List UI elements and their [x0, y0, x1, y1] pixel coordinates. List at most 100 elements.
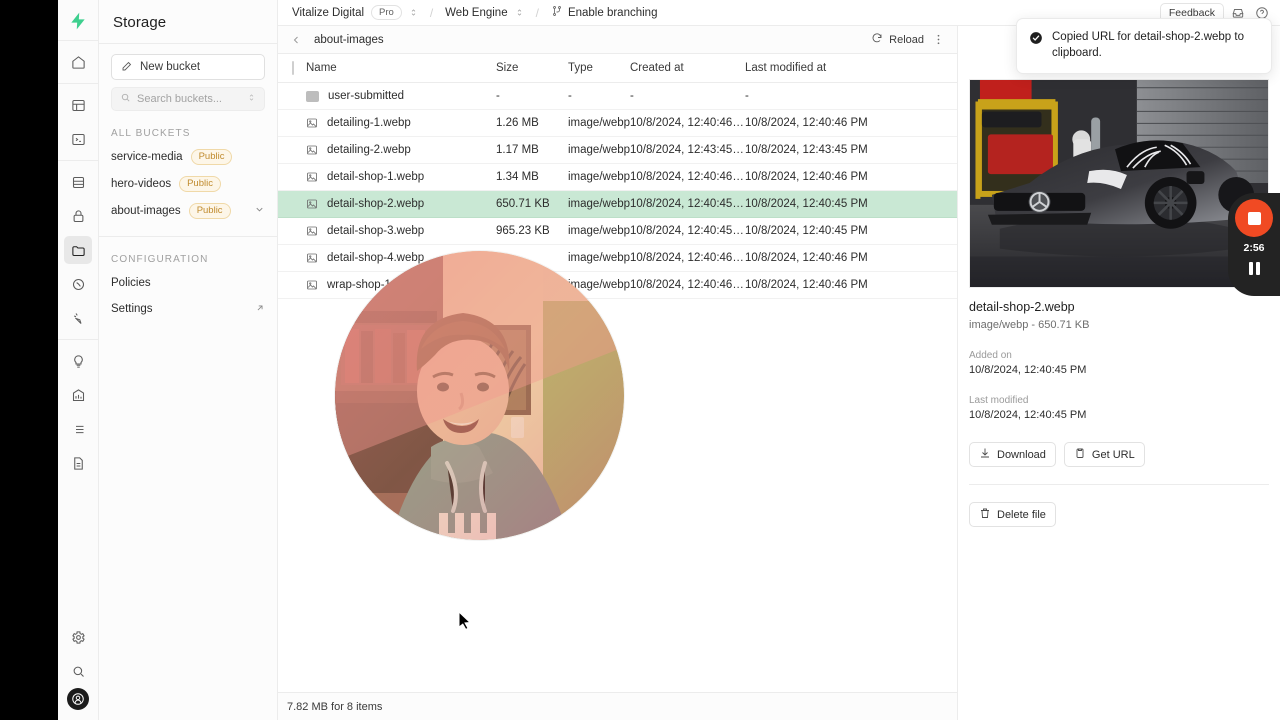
table-row[interactable]: detailing-2.webp 1.17 MB image/webp 10/8… [278, 136, 957, 164]
table-row[interactable]: detail-shop-4.webp image/webp 10/8/2024,… [278, 244, 957, 272]
org-selector-icon[interactable] [409, 8, 418, 17]
row-type: image/webp [568, 136, 630, 164]
sidebar-item-auth[interactable] [64, 202, 92, 230]
sidebar-item-table-editor[interactable] [64, 91, 92, 119]
sidebar-item-settings[interactable]: Settings [111, 298, 265, 320]
recording-timer: 2:56 [1243, 242, 1265, 254]
column-header-created-at[interactable]: Created at [630, 54, 745, 83]
external-link-icon [255, 303, 265, 316]
row-checkbox-cell [278, 163, 306, 191]
webcam-overlay[interactable] [335, 251, 624, 540]
row-name-cell: detailing-1.webp [306, 109, 496, 137]
sidebar-item-realtime[interactable] [64, 304, 92, 332]
sidebar-item-service-media[interactable]: service-media Public [111, 146, 265, 168]
sidebar-item-database[interactable] [64, 168, 92, 196]
sidebar-item-api-docs[interactable] [64, 449, 92, 477]
row-size: 1.34 MB [496, 163, 568, 191]
project-selector-icon[interactable] [515, 8, 524, 17]
enable-branching-label: Enable branching [567, 6, 658, 19]
table-row[interactable]: detail-shop-3.webp 965.23 KB image/webp … [278, 217, 957, 245]
rail-divider [58, 160, 98, 161]
trash-icon [979, 507, 991, 522]
chevron-updown-icon [247, 93, 256, 105]
stop-recording-button[interactable] [1235, 199, 1273, 237]
chevron-down-icon[interactable] [254, 204, 265, 218]
configuration-label: CONFIGURATION [111, 254, 209, 265]
clipboard-icon [1074, 447, 1086, 462]
sidebar-item-policies[interactable]: Policies [111, 272, 265, 294]
table-row[interactable]: detail-shop-1.webp 1.34 MB image/webp 10… [278, 163, 957, 191]
row-last-modified: - [745, 82, 957, 110]
column-header-name[interactable]: Name [306, 54, 496, 83]
table-row[interactable]: detail-shop-2.webp 650.71 KB image/webp … [278, 190, 957, 218]
breadcrumb-org[interactable]: Vitalize Digital [292, 7, 364, 19]
breadcrumb-separator: / [535, 5, 539, 20]
enable-branching-button[interactable]: Enable branching [551, 5, 658, 20]
row-created-at: 10/8/2024, 12:43:45 PM [630, 136, 745, 164]
file-table: Name Size Type Created at Last modified … [278, 54, 957, 299]
column-header-type[interactable]: Type [568, 54, 630, 83]
sidebar-item-storage[interactable] [64, 236, 92, 264]
detail-file-meta: image/webp - 650.71 KB [969, 319, 1090, 331]
row-checkbox-cell [278, 190, 306, 218]
row-name-cell: detail-shop-3.webp [306, 217, 496, 245]
image-file-icon [306, 144, 318, 156]
table-row[interactable]: user-submitted - - - - [278, 82, 957, 110]
sidebar-item-home[interactable] [64, 48, 92, 76]
row-size: 965.23 KB [496, 217, 568, 245]
row-last-modified: 10/8/2024, 12:40:46 PM [745, 244, 957, 272]
pause-recording-button[interactable] [1248, 262, 1260, 275]
image-file-icon [306, 252, 318, 264]
row-checkbox-cell [278, 82, 306, 110]
toast-message: Copied URL for detail-shop-2.webp to cli… [1052, 31, 1244, 59]
sidebar-item-logs[interactable] [64, 415, 92, 443]
get-url-button[interactable]: Get URL [1063, 442, 1145, 467]
search-buckets-input[interactable]: Search buckets... [111, 87, 265, 111]
row-checkbox-cell [278, 136, 306, 164]
sidebar-item-edge-functions[interactable] [64, 270, 92, 298]
sidebar-item-about-images[interactable]: about-images Public [111, 200, 265, 222]
settings-icon[interactable] [64, 623, 92, 651]
file-name: detailing-1.webp [327, 117, 411, 129]
reload-button[interactable]: Reload [871, 32, 924, 47]
rail-divider [58, 83, 98, 84]
detail-divider [969, 484, 1269, 485]
storage-status-bar: 7.82 MB for 8 items [278, 692, 957, 720]
avatar[interactable] [67, 688, 89, 710]
new-bucket-button[interactable]: New bucket [111, 54, 265, 80]
sidebar-item-sql-editor[interactable] [64, 125, 92, 153]
last-modified-value: 10/8/2024, 12:40:45 PM [969, 409, 1087, 421]
download-button[interactable]: Download [969, 442, 1056, 467]
column-header-last-modified[interactable]: Last modified at [745, 54, 957, 83]
detail-file-name: detail-shop-2.webp [969, 300, 1075, 314]
select-all-checkbox[interactable] [292, 61, 294, 75]
page-title: Storage [113, 14, 167, 31]
delete-file-button[interactable]: Delete file [969, 502, 1056, 527]
breadcrumb-project[interactable]: Web Engine [445, 7, 507, 19]
table-row[interactable]: detailing-1.webp 1.26 MB image/webp 10/8… [278, 109, 957, 137]
column-header-size[interactable]: Size [496, 54, 568, 83]
row-created-at: - [630, 82, 745, 110]
supabase-logo-icon[interactable] [63, 6, 93, 36]
row-checkbox-cell [278, 271, 306, 299]
added-on-value: 10/8/2024, 12:40:45 PM [969, 364, 1087, 376]
file-preview-image [969, 79, 1269, 288]
back-icon[interactable] [290, 34, 302, 46]
bucket-name: hero-videos [111, 178, 172, 190]
row-name-cell: detail-shop-1.webp [306, 163, 496, 191]
breadcrumb: about-images [314, 33, 384, 46]
file-name: user-submitted [328, 90, 405, 102]
row-name-cell: user-submitted [306, 82, 496, 110]
toast-notification[interactable]: Copied URL for detail-shop-2.webp to cli… [1016, 18, 1272, 74]
sidebar-item-advisors[interactable] [64, 347, 92, 375]
row-type: image/webp [568, 244, 630, 272]
delete-file-label: Delete file [997, 508, 1046, 521]
more-options-icon[interactable] [932, 33, 945, 46]
sidebar-item-reports[interactable] [64, 381, 92, 409]
search-icon [120, 92, 131, 106]
file-name: detail-shop-4.webp [327, 252, 425, 264]
search-icon[interactable] [64, 657, 92, 685]
file-name: detail-shop-3.webp [327, 225, 425, 237]
file-table-body: user-submitted - - - - detailing-1.webp … [278, 82, 957, 299]
sidebar-item-hero-videos[interactable]: hero-videos Public [111, 173, 265, 195]
